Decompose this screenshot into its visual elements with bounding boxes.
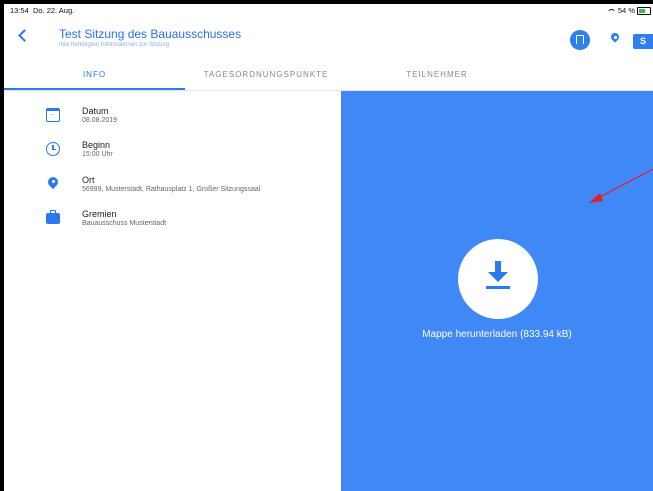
bookmark-button[interactable] [570,30,590,50]
download-label[interactable]: Mappe herunterladen (833.94 kB) [341,329,653,340]
location-pin-icon [46,177,60,191]
page-title: Test Sitzung des Bauausschusses [59,27,242,41]
battery-icon [637,6,651,15]
info-label: Gremien [82,209,117,219]
info-panel: Datum 08.08.2019 Beginn 15:00 Uhr Ort 56… [4,91,341,491]
info-value: 56999, Musterstadt, Rathausplatz 1, Groß… [82,186,261,193]
status-date: Do. 22. Aug. [32,6,75,15]
status-bar: 13:54 Do. 22. Aug. 54 % [4,4,653,18]
briefcase-icon [46,210,60,224]
tab-info[interactable]: INFO [4,60,185,90]
info-value: 15:00 Uhr [82,151,113,158]
download-button[interactable] [458,239,538,319]
info-label: Ort [82,175,95,185]
app-window: 13:54 Do. 22. Aug. 54 % Test Sitzung des… [4,4,653,491]
info-label: Datum [82,106,109,116]
calendar-icon [46,108,60,122]
folder-button[interactable]: S [633,34,653,49]
battery-percent: 54 % [617,6,635,15]
location-button[interactable] [610,33,620,47]
app-bar: Test Sitzung des Bauausschusses Ihre ben… [4,18,653,60]
clock-icon [46,142,60,156]
info-value: Bauausschuss Musterstadt [82,220,167,227]
tab-tagesordnungspunkte[interactable]: TAGESORDNUNGSPUNKTE [185,60,347,90]
back-button[interactable] [18,29,31,42]
status-time: 13:54 Do. 22. Aug. [10,6,75,15]
page-subtitle: Ihre benötigten Informationen zur Sitzun… [59,42,170,48]
wifi-icon [606,8,616,15]
info-label: Beginn [82,140,111,150]
status-right: 54 % [606,6,651,15]
tab-teilnehmer[interactable]: TEILNEHMER [347,60,527,90]
tab-bar: INFO TAGESORDNUNGSPUNKTE TEILNEHMER [4,60,653,91]
info-value: 08.08.2019 [82,117,118,124]
download-panel: Mappe herunterladen (833.94 kB) [341,91,653,491]
